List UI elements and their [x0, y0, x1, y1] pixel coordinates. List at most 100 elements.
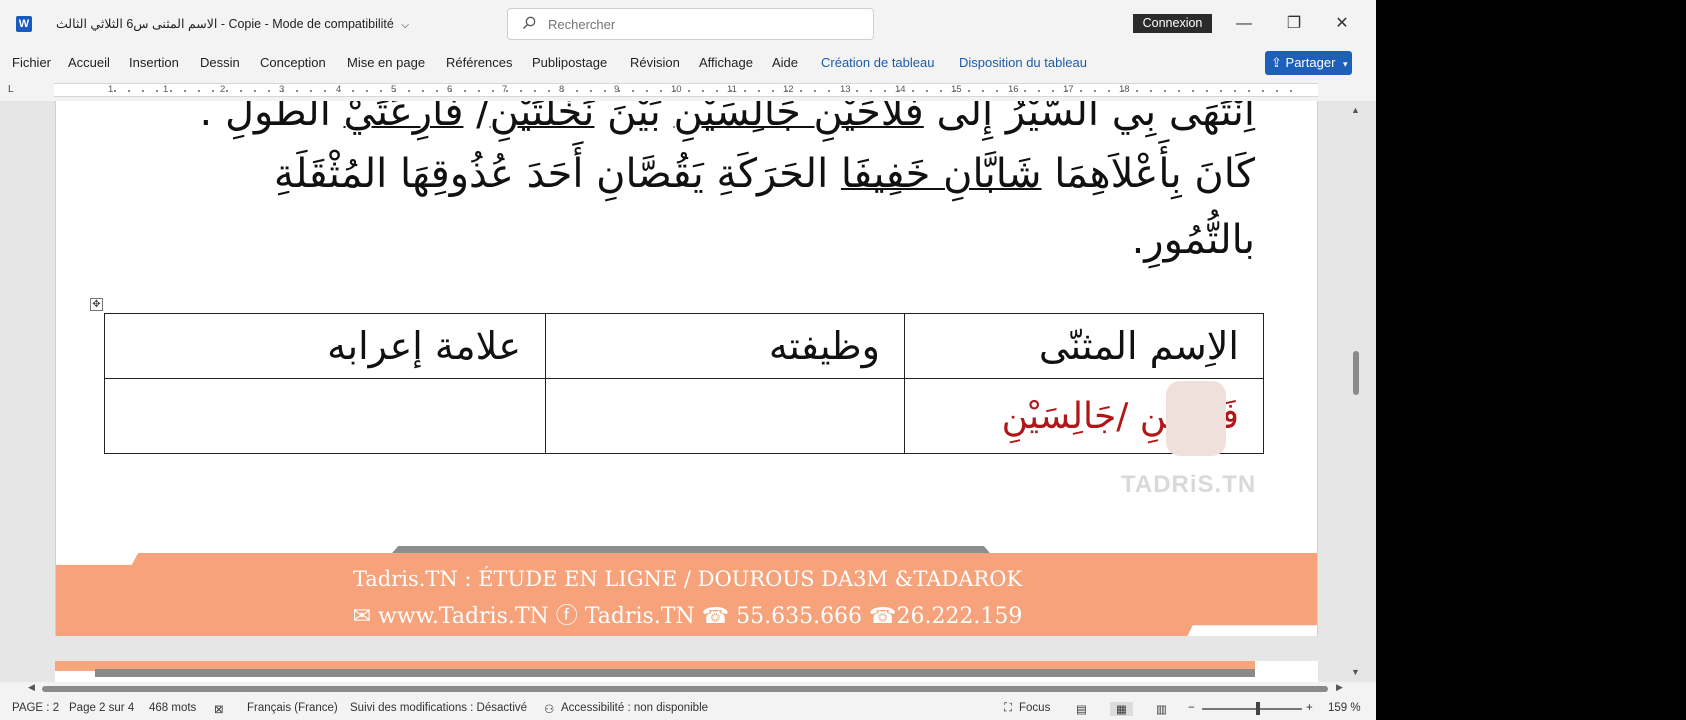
ruler-bar: L 1123456789101112131415161718 — [0, 80, 1376, 100]
ruler-tick — [730, 90, 732, 92]
empty-cell[interactable] — [545, 378, 905, 454]
ruler-tick — [1178, 90, 1180, 92]
tab-insertion[interactable]: Insertion — [129, 55, 179, 70]
tab-disposition-du-tableau[interactable]: Disposition du tableau — [959, 55, 1087, 70]
status-track-changes[interactable]: Suivi des modifications : Désactivé — [350, 702, 527, 714]
ruler-tick — [800, 90, 802, 92]
proofing-icon[interactable]: ⊠ — [214, 702, 224, 716]
ruler-tick — [310, 90, 312, 92]
next-page-top — [55, 661, 1318, 682]
ruler-tick — [366, 90, 368, 92]
focus-button[interactable]: Focus — [1019, 702, 1050, 714]
header-case-marker[interactable]: علامة إعرابه — [104, 313, 546, 379]
tab-conception[interactable]: Conception — [260, 55, 326, 70]
ruler-tick — [660, 90, 662, 92]
ruler-number: 17 — [1063, 84, 1074, 95]
tab-mise-en-page[interactable]: Mise en page — [347, 55, 425, 70]
tab-fichier[interactable]: Fichier — [12, 55, 51, 70]
zoom-slider-thumb[interactable] — [1256, 702, 1260, 715]
vertical-scroll-thumb[interactable] — [1353, 351, 1359, 395]
tab-references[interactable]: Références — [446, 55, 512, 70]
zoom-in-button[interactable]: + — [1306, 702, 1313, 714]
underlined-word: شَابَّانِ خَفِيفَا — [840, 151, 1042, 197]
tab-stop-selector[interactable]: L — [8, 84, 14, 95]
scroll-down-icon[interactable]: ▼ — [1351, 667, 1360, 677]
ruler-tick — [114, 90, 116, 92]
ruler-tick — [1150, 90, 1152, 92]
ruler-tick — [716, 90, 718, 92]
ruler-tick — [338, 90, 340, 92]
ruler-tick — [352, 90, 354, 92]
empty-cell[interactable] — [104, 378, 546, 454]
document-title[interactable]: الاسم المثنى س6 الثلاثي الثالث - Copie -… — [56, 16, 409, 31]
read-mode-icon[interactable]: ▤ — [1076, 702, 1087, 716]
scroll-right-icon[interactable]: ▶ — [1336, 682, 1343, 693]
ruler-tick — [674, 90, 676, 92]
ruler-tick — [1066, 90, 1068, 92]
tab-publipostage[interactable]: Publipostage — [532, 55, 607, 70]
status-page-count[interactable]: Page 2 sur 4 — [69, 702, 134, 714]
header-function[interactable]: وظيفته — [545, 313, 905, 379]
ruler-tick — [296, 90, 298, 92]
signin-button[interactable]: Connexion — [1133, 14, 1212, 33]
owl-logo-icon — [1166, 381, 1226, 456]
search-box[interactable] — [507, 8, 874, 40]
ruler-tick — [1276, 90, 1278, 92]
web-layout-icon[interactable]: ▥ — [1156, 702, 1167, 716]
search-input[interactable] — [548, 15, 848, 33]
ruler-tick — [646, 90, 648, 92]
footer-line-2: ✉ www.Tadris.TN ⓕ Tadris.TN ☎ 55.635.666… — [352, 604, 1023, 629]
ruler-tick — [618, 90, 620, 92]
ruler-tick — [254, 90, 256, 92]
title-bar: W الاسم المثنى س6 الثلاثي الثالث - Copie… — [0, 0, 1376, 48]
text-line-3: بالتُّمُورِ. — [1131, 217, 1255, 263]
ruler-tick — [576, 90, 578, 92]
document-page[interactable]: اِنْتَهَى بِي السَّيْرُ إِلَى فَلاَّحَيْ… — [55, 101, 1318, 636]
minimize-button[interactable]: — — [1229, 10, 1259, 38]
ruler-tick — [548, 90, 550, 92]
document-workspace: اِنْتَهَى بِي السَّيْرُ إِلَى فَلاَّحَيْ… — [0, 101, 1376, 682]
vertical-scrollbar[interactable]: ▲ ▼ — [1348, 101, 1364, 682]
scroll-left-icon[interactable]: ◀ — [28, 682, 35, 693]
document-name: الاسم المثنى س6 الثلاثي الثالث - Copie — [56, 17, 262, 31]
ruler-tick — [1122, 90, 1124, 92]
restore-button[interactable]: ❐ — [1279, 10, 1309, 38]
ruler-tick — [142, 90, 144, 92]
ruler-tick — [590, 90, 592, 92]
tab-affichage[interactable]: Affichage — [699, 55, 753, 70]
tab-creation-de-tableau[interactable]: Création de tableau — [821, 55, 934, 70]
ruler-tick — [898, 90, 900, 92]
ruler-tick — [464, 90, 466, 92]
horizontal-scroll-thumb[interactable] — [42, 686, 1328, 692]
tab-aide[interactable]: Aide — [772, 55, 798, 70]
status-accessibility[interactable]: Accessibilité : non disponible — [561, 702, 708, 714]
ruler-tick — [268, 90, 270, 92]
ruler-tick — [786, 90, 788, 92]
status-language[interactable]: Français (France) — [247, 702, 338, 714]
tab-dessin[interactable]: Dessin — [200, 55, 240, 70]
ruler-tick — [1192, 90, 1194, 92]
word-logo-icon: W — [16, 16, 32, 32]
share-button[interactable]: ⇪ Partager ▾ — [1265, 51, 1352, 75]
footer-line-1: Tadris.TN : ÉTUDE EN LIGNE / DOUROUS DA3… — [352, 567, 1023, 591]
horizontal-ruler[interactable]: 1123456789101112131415161718 — [54, 83, 1318, 97]
tab-accueil[interactable]: Accueil — [68, 55, 110, 70]
ruler-tick — [212, 90, 214, 92]
status-word-count[interactable]: 468 mots — [149, 702, 196, 714]
table-move-handle[interactable]: ✥ — [90, 298, 103, 311]
ruler-tick — [758, 90, 760, 92]
close-button[interactable]: ✕ — [1327, 10, 1357, 38]
print-layout-icon[interactable]: ▦ — [1110, 702, 1133, 716]
chevron-down-icon[interactable]: ⌵ — [401, 20, 409, 31]
status-page[interactable]: PAGE : 2 — [12, 702, 59, 714]
scroll-up-icon[interactable]: ▲ — [1351, 105, 1360, 115]
ruler-tick — [1052, 90, 1054, 92]
word-window: W الاسم المثنى س6 الثلاثي الثالث - Copie… — [0, 0, 1376, 720]
zoom-out-button[interactable]: − — [1188, 702, 1195, 714]
zoom-slider-track[interactable] — [1202, 708, 1302, 710]
ruler-tick — [842, 90, 844, 92]
analysis-table: الاِسم المثنّى وظيفته علامة إعرابه فَلاَ… — [104, 313, 1264, 454]
tab-revision[interactable]: Révision — [630, 55, 680, 70]
zoom-level[interactable]: 159 % — [1328, 702, 1361, 714]
horizontal-scrollbar[interactable]: ◀ ▶ — [28, 682, 1348, 696]
